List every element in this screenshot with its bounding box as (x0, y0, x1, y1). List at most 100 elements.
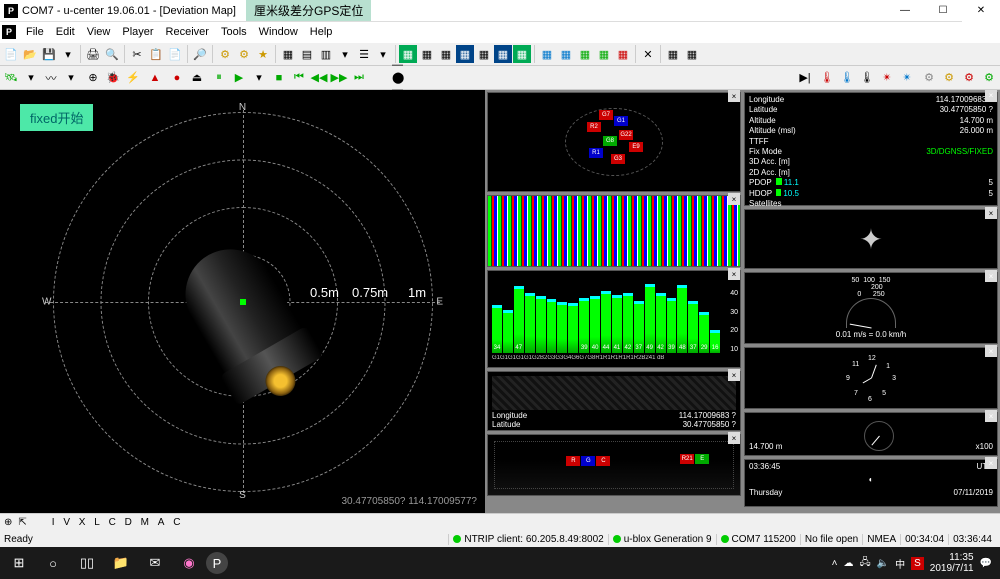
pane-close-icon[interactable]: × (985, 270, 997, 282)
grid4-icon[interactable]: ▦ (595, 45, 613, 63)
explorer-icon[interactable]: 📁 (104, 549, 138, 577)
extra1-icon[interactable]: ▦ (664, 45, 682, 63)
start-button[interactable]: ⊞ (2, 549, 36, 577)
menu-file[interactable]: File (20, 24, 50, 40)
copy-icon[interactable]: 📋 (147, 45, 165, 63)
search-icon[interactable]: ○ (36, 549, 70, 577)
maximize-button[interactable]: ☐ (924, 0, 962, 22)
therm2-icon[interactable]: 🌡 (838, 69, 856, 87)
play-icon[interactable]: ▶ (230, 69, 248, 87)
mode-c2[interactable]: C (170, 517, 183, 528)
preview-icon[interactable]: 🔍 (103, 45, 121, 63)
app1-icon[interactable]: ◉ (172, 549, 206, 577)
pane-close-icon[interactable]: × (728, 90, 740, 102)
gear3-icon[interactable]: ⚙ (960, 69, 978, 87)
pause-icon[interactable]: ⏸ (210, 69, 228, 87)
extra2-icon[interactable]: ▦ (683, 45, 701, 63)
tray-up-icon[interactable]: ˄ (832, 558, 838, 569)
panel4-icon[interactable]: ▦ (456, 45, 474, 63)
record-icon[interactable]: ● (168, 69, 186, 87)
view2-icon[interactable]: ▤ (298, 45, 316, 63)
eject-icon[interactable]: ⏏ (188, 69, 206, 87)
play-dd-icon[interactable]: ▾ (250, 69, 268, 87)
gear2-icon[interactable]: ⚙ (940, 69, 958, 87)
menu-player[interactable]: Player (116, 24, 159, 40)
mode-l[interactable]: L (91, 517, 103, 528)
back-icon[interactable]: ◀◀ (310, 69, 328, 87)
tray-date[interactable]: 2019/7/11 (930, 563, 974, 574)
pane-close-icon[interactable]: × (985, 90, 997, 102)
paste-icon[interactable]: 📄 (166, 45, 184, 63)
mode-d[interactable]: D (122, 517, 135, 528)
sat-icon[interactable]: 🛰 (2, 69, 20, 87)
target-icon[interactable]: ⊕ (84, 69, 102, 87)
grid2-icon[interactable]: ▦ (557, 45, 575, 63)
panel2-icon[interactable]: ▦ (418, 45, 436, 63)
taskview-icon[interactable]: ▯▯ (70, 549, 104, 577)
bolt-icon[interactable]: ⚡ (124, 69, 142, 87)
sat-dd-icon[interactable]: ▾ (22, 69, 40, 87)
pane-close-icon[interactable]: × (985, 207, 997, 219)
app2-icon[interactable]: P (206, 552, 228, 574)
crosshair-icon[interactable]: ⊕ (4, 517, 12, 528)
nav-icon[interactable]: ⇱ (18, 517, 26, 528)
close-button[interactable]: ✕ (962, 0, 1000, 22)
grid1-icon[interactable]: ▦ (538, 45, 556, 63)
cut-icon[interactable]: ✂ (128, 45, 146, 63)
menu-view[interactable]: View (81, 24, 117, 40)
tool-icon[interactable]: ⚙ (216, 45, 234, 63)
tool2-icon[interactable]: ⚙ (235, 45, 253, 63)
sensor2-icon[interactable]: ✴ (898, 69, 916, 87)
mode-v[interactable]: V (60, 517, 73, 528)
tray-sogou-icon[interactable]: S (911, 557, 924, 570)
view3-icon[interactable]: ▥ (317, 45, 335, 63)
tray-cloud-icon[interactable]: ☁ (844, 558, 854, 569)
pane-close-icon[interactable]: × (728, 268, 740, 280)
fwd-icon[interactable]: ▶▶ (330, 69, 348, 87)
wave-dd-icon[interactable]: ▾ (62, 69, 80, 87)
find-icon[interactable]: 🔎 (191, 45, 209, 63)
minimize-button[interactable]: — (886, 0, 924, 22)
pane-close-icon[interactable]: × (728, 369, 740, 381)
wave-icon[interactable]: 〰 (42, 69, 60, 87)
save-icon[interactable]: 💾 (40, 45, 58, 63)
pane-close-icon[interactable]: × (728, 432, 740, 444)
scrub-icon[interactable]: —⬤— (392, 69, 410, 87)
mode-m[interactable]: M (138, 517, 152, 528)
marker-icon[interactable]: ▲ (146, 69, 164, 87)
close-panel-icon[interactable]: ✕ (639, 45, 657, 63)
save-dropdown-icon[interactable]: ▾ (59, 45, 77, 63)
panel5-icon[interactable]: ▦ (475, 45, 493, 63)
menu-receiver[interactable]: Receiver (160, 24, 215, 40)
pane-close-icon[interactable]: × (985, 345, 997, 357)
view4-icon[interactable]: ▾ (336, 45, 354, 63)
tray-time[interactable]: 11:35 (930, 552, 974, 563)
view6-icon[interactable]: ▾ (374, 45, 392, 63)
view5-icon[interactable]: ☰ (355, 45, 373, 63)
panel7-icon[interactable]: ▦ (513, 45, 531, 63)
therm1-icon[interactable]: 🌡 (818, 69, 836, 87)
therm3-icon[interactable]: 🌡 (858, 69, 876, 87)
pane-close-icon[interactable]: × (985, 457, 997, 469)
mode-a[interactable]: A (155, 517, 168, 528)
notifications-icon[interactable]: 💬 (980, 558, 992, 569)
print-icon[interactable]: 🖨 (84, 45, 102, 63)
mode-c[interactable]: C (106, 517, 119, 528)
menu-help[interactable]: Help (304, 24, 339, 40)
new-icon[interactable]: 📄 (2, 45, 20, 63)
open-icon[interactable]: 📂 (21, 45, 39, 63)
mode-i[interactable]: I (49, 517, 58, 528)
tray-volume-icon[interactable]: 🔈 (877, 558, 889, 569)
ffwd-icon[interactable]: ⏭ (350, 69, 368, 87)
tray-ime-icon[interactable]: 中 (895, 556, 905, 571)
mode-x[interactable]: X (76, 517, 89, 528)
menu-window[interactable]: Window (253, 24, 304, 40)
menu-tools[interactable]: Tools (215, 24, 253, 40)
mail-icon[interactable]: ✉ (138, 549, 172, 577)
pane-close-icon[interactable]: × (985, 410, 997, 422)
sensor1-icon[interactable]: ✴ (878, 69, 896, 87)
end-icon[interactable]: ▶| (796, 69, 814, 87)
tool3-icon[interactable]: ★ (254, 45, 272, 63)
stop-icon[interactable]: ■ (270, 69, 288, 87)
view1-icon[interactable]: ▦ (279, 45, 297, 63)
